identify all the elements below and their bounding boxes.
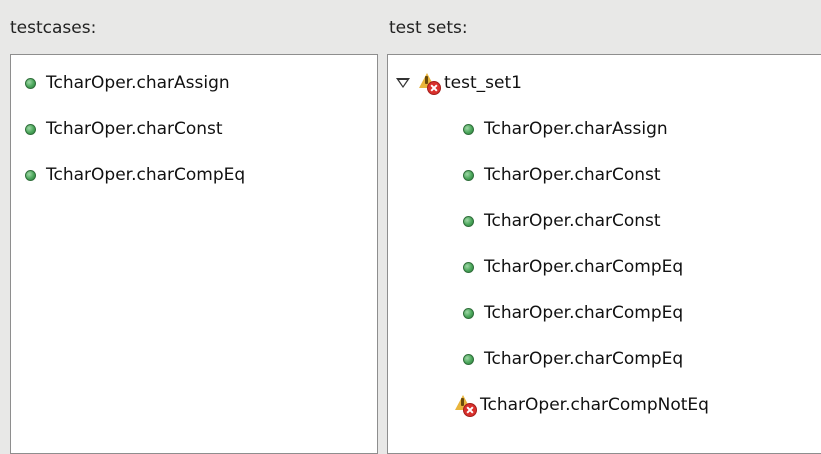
testsets-tree[interactable]: test_set1 TcharOper.charAssign TcharOper… xyxy=(387,54,821,454)
tree-child-label: TcharOper.charCompNotEq xyxy=(480,395,709,415)
testsets-label: test sets: xyxy=(389,18,468,38)
expand-toggle-icon[interactable] xyxy=(396,78,410,88)
tree-child-item[interactable]: TcharOper.charCompEq xyxy=(463,290,683,336)
tree-child-label: TcharOper.charCompEq xyxy=(484,303,684,323)
testcase-label: TcharOper.charCompEq xyxy=(46,165,246,185)
tree-child-item[interactable]: TcharOper.charConst xyxy=(463,198,661,244)
warning-error-icon xyxy=(418,71,442,95)
testcase-label: TcharOper.charAssign xyxy=(46,73,230,93)
green-dot-icon xyxy=(463,353,474,365)
green-dot-icon xyxy=(463,169,474,181)
green-dot-icon xyxy=(463,215,474,227)
tree-child-item[interactable]: TcharOper.charCompEq xyxy=(463,336,683,382)
green-dot-icon xyxy=(463,123,474,135)
testcase-label: TcharOper.charConst xyxy=(46,119,223,139)
tree-child-item[interactable]: TcharOper.charConst xyxy=(463,152,661,198)
testcases-list[interactable]: TcharOper.charAssign TcharOper.charConst… xyxy=(10,54,378,454)
tree-child-item[interactable]: TcharOper.charCompNotEq xyxy=(454,382,709,428)
tree-child-item[interactable]: TcharOper.charAssign xyxy=(463,106,668,152)
tree-child-label: TcharOper.charConst xyxy=(484,165,661,185)
testcases-label: testcases: xyxy=(10,18,97,38)
tree-node-label: test_set1 xyxy=(444,73,522,93)
green-dot-icon xyxy=(25,169,36,181)
tree-child-label: TcharOper.charConst xyxy=(484,211,661,231)
testcase-item[interactable]: TcharOper.charCompEq xyxy=(25,152,245,198)
tree-child-label: TcharOper.charAssign xyxy=(484,119,668,139)
tree-child-label: TcharOper.charCompEq xyxy=(484,349,684,369)
green-dot-icon xyxy=(463,307,474,319)
warning-error-icon xyxy=(454,393,478,417)
tree-child-label: TcharOper.charCompEq xyxy=(484,257,684,277)
tree-node-test-set1[interactable]: test_set1 xyxy=(396,60,522,106)
green-dot-icon xyxy=(463,261,474,273)
green-dot-icon xyxy=(25,77,36,89)
testcase-item[interactable]: TcharOper.charConst xyxy=(25,106,223,152)
testcase-item[interactable]: TcharOper.charAssign xyxy=(25,60,230,106)
green-dot-icon xyxy=(25,123,36,135)
tree-child-item[interactable]: TcharOper.charCompEq xyxy=(463,244,683,290)
